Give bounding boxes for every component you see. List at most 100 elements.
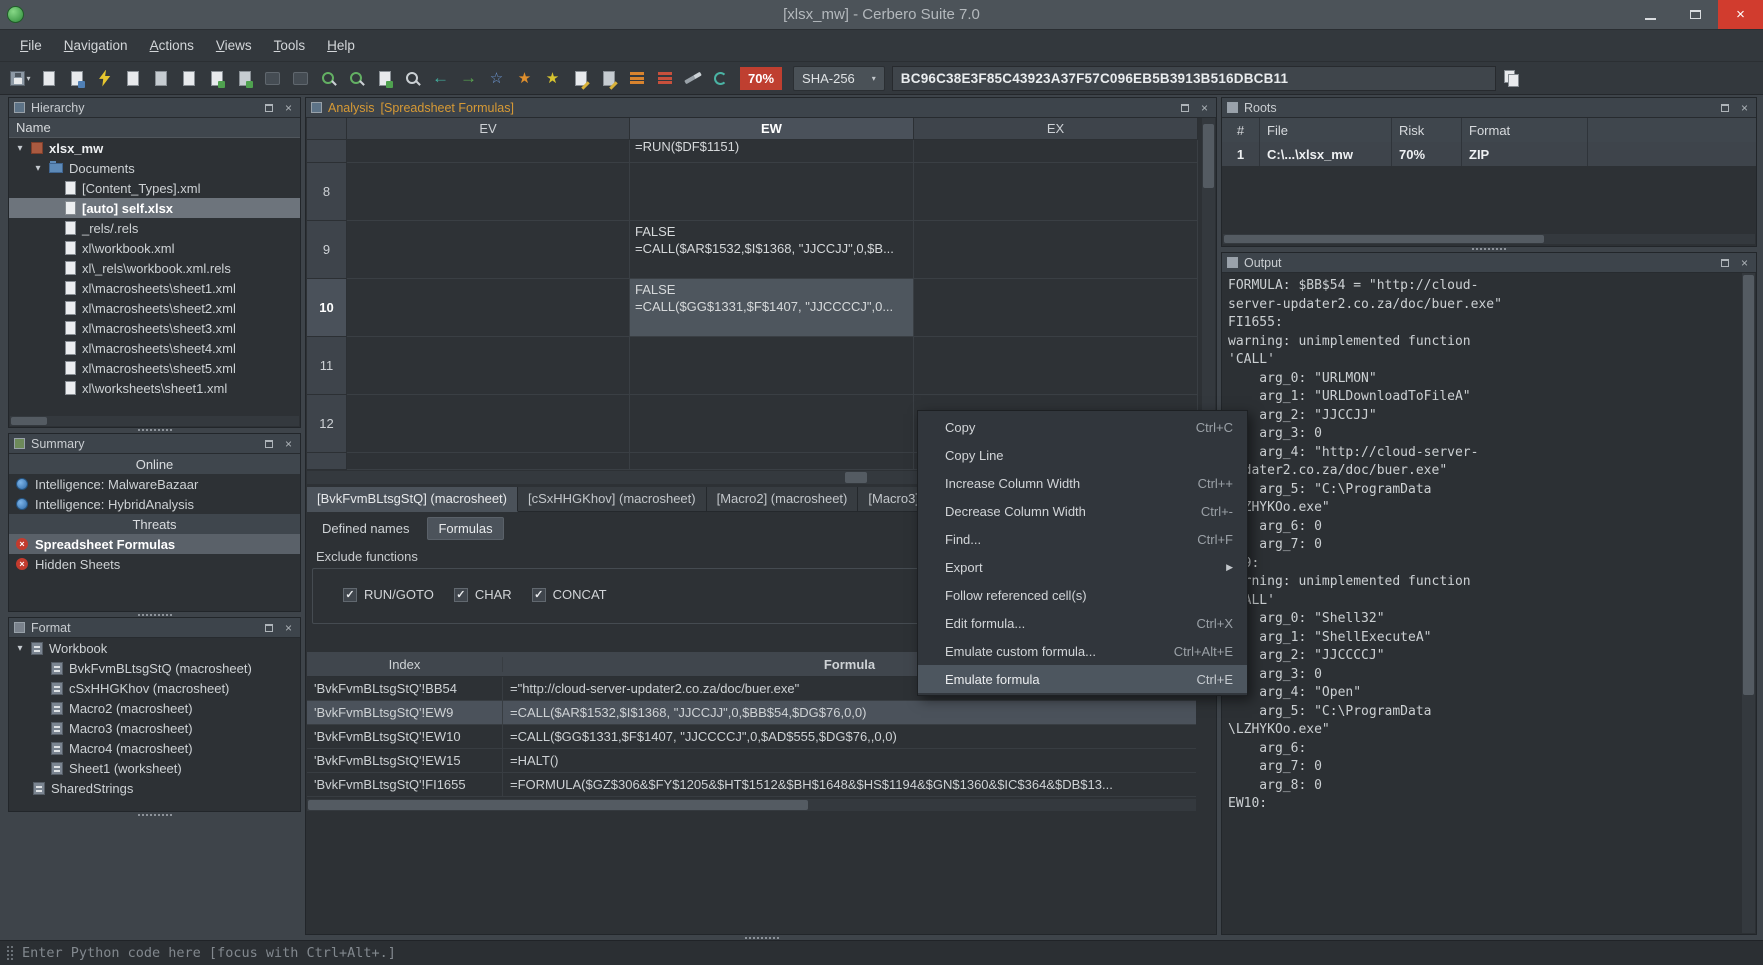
scrollbar-thumb[interactable] bbox=[1203, 124, 1214, 188]
scrollbar-thumb[interactable] bbox=[308, 800, 808, 810]
grid-cell[interactable] bbox=[914, 337, 1198, 395]
bookmark-orange-button[interactable]: ★ bbox=[512, 66, 537, 91]
open-file-button[interactable] bbox=[148, 66, 173, 91]
grid-cell[interactable] bbox=[347, 221, 630, 279]
close-panel-button[interactable]: × bbox=[1738, 101, 1751, 114]
tree-item-file[interactable]: xl\macrosheets\sheet1.xml bbox=[9, 278, 300, 298]
bookmark-yellow-button[interactable]: ★ bbox=[540, 66, 565, 91]
menu-item-find[interactable]: Find... Ctrl+F bbox=[918, 525, 1247, 553]
float-panel-button[interactable] bbox=[1718, 256, 1731, 269]
menu-actions[interactable]: Actions bbox=[140, 33, 204, 58]
tab-formulas[interactable]: Formulas bbox=[427, 517, 503, 540]
format-item-sheet[interactable]: Sheet1 (worksheet) bbox=[9, 758, 300, 778]
tree-item-file[interactable]: xl\macrosheets\sheet3.xml bbox=[9, 318, 300, 338]
new-file-button[interactable] bbox=[120, 66, 145, 91]
grid-cell[interactable] bbox=[347, 279, 630, 337]
menu-tools[interactable]: Tools bbox=[264, 33, 316, 58]
checkbox-char[interactable]: ✓ CHAR bbox=[454, 587, 512, 602]
titlebar[interactable]: [xlsx_mw] - Cerbero Suite 7.0 × bbox=[0, 0, 1763, 30]
format-item-workbook[interactable]: ▾ Workbook bbox=[9, 638, 300, 658]
menu-item-increase-column-width[interactable]: Increase Column Width Ctrl++ bbox=[918, 469, 1247, 497]
expander-icon[interactable]: ▾ bbox=[15, 143, 25, 154]
sheet-tab-bvkfvmbltsgstq[interactable]: [BvkFvmBLtsgStQ] (macrosheet) bbox=[307, 487, 518, 512]
roots-panel-titlebar[interactable]: Roots × bbox=[1222, 98, 1756, 118]
sheet-tab-csxhhgkhov[interactable]: [cSxHHGKhov] (macrosheet) bbox=[518, 487, 707, 512]
grid-cell[interactable] bbox=[630, 337, 914, 395]
menu-item-decrease-column-width[interactable]: Decrease Column Width Ctrl+- bbox=[918, 497, 1247, 525]
roots-row[interactable]: 1 C:\...\xlsx_mw 70% ZIP bbox=[1222, 142, 1756, 166]
summary-panel-titlebar[interactable]: Summary × bbox=[9, 434, 300, 454]
menu-item-copy-line[interactable]: Copy Line bbox=[918, 441, 1247, 469]
menu-item-export[interactable]: Export ▶ bbox=[918, 553, 1247, 581]
splitter-handle[interactable] bbox=[138, 429, 172, 431]
float-panel-button[interactable] bbox=[262, 621, 275, 634]
grid-cell[interactable] bbox=[914, 221, 1198, 279]
formula-row-fi1655[interactable]: 'BvkFvmBLtsgStQ'!FI1655 =FORMULA($GZ$306… bbox=[307, 773, 1196, 797]
format-panel-titlebar[interactable]: Format × bbox=[9, 618, 300, 638]
analyze-button[interactable] bbox=[344, 66, 369, 91]
menu-item-copy[interactable]: Copy Ctrl+C bbox=[918, 413, 1247, 441]
python-input[interactable] bbox=[22, 945, 1763, 961]
menu-file[interactable]: File bbox=[10, 33, 52, 58]
console-button-2[interactable] bbox=[288, 66, 313, 91]
horizontal-scrollbar[interactable] bbox=[307, 799, 1196, 811]
grid-cell-clipped[interactable]: =RUN($DF$1151) bbox=[630, 140, 914, 163]
grid-cell[interactable] bbox=[347, 337, 630, 395]
tree-item-file[interactable]: xl\macrosheets\sheet2.xml bbox=[9, 298, 300, 318]
output-panel-titlebar[interactable]: Output × bbox=[1222, 253, 1756, 273]
tree-item-file[interactable]: xl\_rels\workbook.xml.rels bbox=[9, 258, 300, 278]
layout-button-1[interactable] bbox=[624, 66, 649, 91]
checkbox-icon[interactable]: ✓ bbox=[454, 588, 468, 602]
goto-file-button[interactable] bbox=[372, 66, 397, 91]
index-column-header[interactable]: Index bbox=[307, 657, 503, 672]
minimize-button[interactable] bbox=[1628, 0, 1673, 29]
format-item-sheet[interactable]: Macro4 (macrosheet) bbox=[9, 738, 300, 758]
name-column-header[interactable]: Name bbox=[9, 118, 300, 138]
maximize-button[interactable] bbox=[1673, 0, 1718, 29]
num-column-header[interactable]: # bbox=[1222, 118, 1260, 142]
grid-corner[interactable] bbox=[307, 118, 347, 140]
format-item-sheet[interactable]: Macro3 (macrosheet) bbox=[9, 718, 300, 738]
analysis-panel-titlebar[interactable]: Analysis [Spreadsheet Formulas] × bbox=[306, 98, 1216, 118]
menu-help[interactable]: Help bbox=[317, 33, 365, 58]
copy-hash-button[interactable] bbox=[1499, 66, 1524, 91]
risk-column-header[interactable]: Risk bbox=[1392, 118, 1462, 142]
scrollbar-thumb[interactable] bbox=[1224, 235, 1544, 243]
column-header-ew[interactable]: EW bbox=[630, 118, 914, 140]
splitter-handle[interactable] bbox=[1472, 248, 1506, 250]
console-button-1[interactable] bbox=[260, 66, 285, 91]
edit-note-button[interactable] bbox=[596, 66, 621, 91]
splitter-handle[interactable] bbox=[138, 814, 172, 816]
column-header-ev[interactable]: EV bbox=[347, 118, 630, 140]
format-item-sharedstrings[interactable]: SharedStrings bbox=[9, 778, 300, 798]
tree-item-file[interactable]: xl\workbook.xml bbox=[9, 238, 300, 258]
checkbox-concat[interactable]: ✓ CONCAT bbox=[532, 587, 607, 602]
formula-row-ew10[interactable]: 'BvkFvmBLtsgStQ'!EW10 =CALL($GG$1331,$F$… bbox=[307, 725, 1196, 749]
tree-item-root[interactable]: ▾ xlsx_mw bbox=[9, 138, 300, 158]
grid-cell[interactable] bbox=[347, 140, 630, 163]
file-column-header[interactable]: File bbox=[1260, 118, 1392, 142]
menu-item-emulate-custom-formula[interactable]: Emulate custom formula... Ctrl+Alt+E bbox=[918, 637, 1247, 665]
copy-file-button[interactable] bbox=[176, 66, 201, 91]
menu-item-follow-referenced-cells[interactable]: Follow referenced cell(s) bbox=[918, 581, 1247, 609]
format-item-sheet[interactable]: BvkFvmBLtsgStQ (macrosheet) bbox=[9, 658, 300, 678]
tree-item-file[interactable]: xl\worksheets\sheet1.xml bbox=[9, 378, 300, 398]
formula-row-ew15[interactable]: 'BvkFvmBLtsgStQ'!EW15 =HALT() bbox=[307, 749, 1196, 773]
splitter-handle[interactable] bbox=[745, 937, 779, 939]
cell-ew9[interactable]: FALSE =CALL($AR$1532,$I$1368, "JJCCJJ",0… bbox=[630, 221, 914, 279]
menu-views[interactable]: Views bbox=[206, 33, 262, 58]
tree-item-file-selected[interactable]: [auto] self.xlsx bbox=[9, 198, 300, 218]
menu-item-edit-formula[interactable]: Edit formula... Ctrl+X bbox=[918, 609, 1247, 637]
row-header-9[interactable]: 9 bbox=[307, 221, 347, 279]
grid-cell[interactable] bbox=[914, 279, 1198, 337]
formula-row-ew9-selected[interactable]: 'BvkFvmBLtsgStQ'!EW9 =CALL($AR$1532,$I$1… bbox=[307, 701, 1196, 725]
grid-cell[interactable] bbox=[914, 163, 1198, 221]
grid-cell[interactable] bbox=[347, 163, 630, 221]
grid-cell[interactable] bbox=[630, 163, 914, 221]
summary-item-hybridanalysis[interactable]: Intelligence: HybridAnalysis bbox=[9, 494, 300, 514]
grid-cell[interactable] bbox=[347, 395, 630, 453]
checkbox-icon[interactable]: ✓ bbox=[532, 588, 546, 602]
summary-item-malwarebazaar[interactable]: Intelligence: MalwareBazaar bbox=[9, 474, 300, 494]
float-panel-button[interactable] bbox=[1178, 101, 1191, 114]
tab-defined-names[interactable]: Defined names bbox=[314, 517, 417, 540]
